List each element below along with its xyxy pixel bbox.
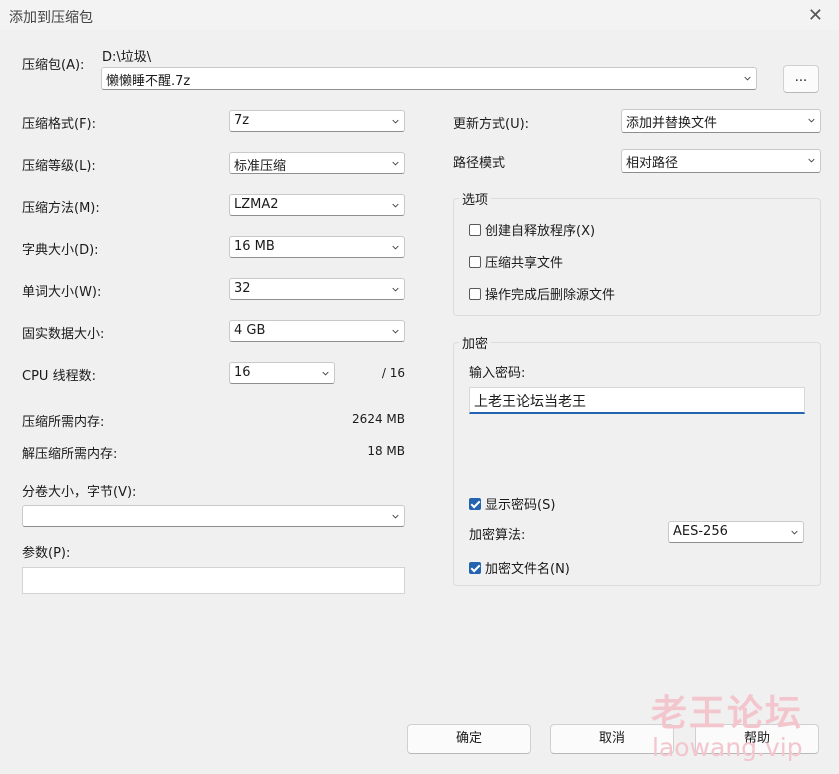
chevron-down-icon — [808, 158, 815, 163]
ok-button-label: 确定 — [455, 731, 482, 746]
browse-button[interactable]: ... — [783, 65, 819, 93]
chevron-down-icon — [744, 76, 751, 81]
sfx-checkbox-label: 创建自释放程序(X) — [485, 224, 596, 239]
algo-label: 加密算法: — [469, 528, 526, 543]
path-mode-label: 路径模式 — [453, 156, 506, 171]
encrypt-names-checkbox[interactable]: 加密文件名(N) — [469, 558, 570, 577]
update-value: 添加并替换文件 — [626, 116, 718, 131]
show-password-label: 显示密码(S) — [485, 498, 556, 513]
dict-label: 字典大小(D): — [22, 243, 99, 258]
path-mode-value: 相对路径 — [626, 156, 679, 171]
algo-value: AES-256 — [673, 524, 728, 539]
method-select[interactable]: LZMA2 — [229, 194, 405, 216]
chevron-down-icon — [322, 371, 329, 376]
mem-compress-value: 2624 MB — [352, 412, 405, 426]
archive-filename-combo[interactable]: 懒懒睡不醒.7z — [101, 67, 757, 90]
encryption-group-title: 加密 — [459, 333, 492, 352]
delete-checkbox-label: 操作完成后删除源文件 — [485, 288, 616, 303]
shared-checkbox-box — [469, 255, 481, 268]
archive-path: D:\垃圾\ — [102, 50, 152, 65]
format-label: 压缩格式(F): — [22, 117, 97, 132]
close-icon[interactable]: ✕ — [808, 5, 823, 26]
format-select[interactable]: 7z — [229, 110, 405, 132]
window-title: 添加到压缩包 — [9, 10, 93, 26]
params-input[interactable] — [22, 567, 405, 594]
chevron-down-icon — [392, 203, 399, 208]
chevron-down-icon — [392, 119, 399, 124]
path-mode-select[interactable]: 相对路径 — [621, 149, 821, 173]
sfx-checkbox-box — [469, 223, 481, 236]
chevron-down-icon — [808, 118, 815, 123]
chevron-down-icon — [392, 245, 399, 250]
level-select[interactable]: 标准压缩 — [229, 152, 405, 174]
method-value: LZMA2 — [234, 197, 279, 212]
show-password-checkbox-box — [469, 497, 481, 510]
mem-decompress-label: 解压缩所需内存: — [22, 447, 118, 462]
chevron-down-icon — [392, 514, 399, 519]
password-value: 上老王论坛当老王 — [474, 394, 586, 410]
watermark-title: 老王论坛 — [651, 693, 804, 734]
mem-compress-label: 压缩所需内存: — [22, 415, 105, 430]
archive-label: 压缩包(A): — [22, 58, 85, 73]
delete-checkbox[interactable]: 操作完成后删除源文件 — [469, 284, 615, 303]
password-label: 输入密码: — [469, 366, 526, 381]
archive-filename: 懒懒睡不醒.7z — [106, 74, 191, 89]
word-select[interactable]: 32 — [229, 278, 405, 300]
format-value: 7z — [234, 113, 250, 128]
compress-dialog: 添加到压缩包 ✕ 压缩包(A): D:\垃圾\ 懒懒睡不醒.7z ... 压缩格… — [0, 0, 839, 774]
mem-decompress-value: 18 MB — [367, 444, 405, 458]
delete-checkbox-box — [469, 287, 481, 300]
solid-select[interactable]: 4 GB — [229, 320, 405, 342]
chevron-down-icon — [392, 161, 399, 166]
dict-value: 16 MB — [234, 239, 275, 254]
chevron-down-icon — [392, 287, 399, 292]
threads-label: CPU 线程数: — [22, 369, 96, 384]
level-value: 标准压缩 — [234, 159, 287, 174]
show-password-checkbox[interactable]: 显示密码(S) — [469, 494, 555, 513]
chevron-down-icon — [392, 329, 399, 334]
password-input[interactable]: 上老王论坛当老王 — [469, 387, 805, 414]
solid-label: 固实数据大小: — [22, 327, 105, 342]
threads-value: 16 — [234, 365, 251, 380]
threads-select[interactable]: 16 — [229, 362, 335, 384]
options-group-title: 选项 — [459, 189, 492, 208]
title-bar: 添加到压缩包 ✕ — [0, 0, 839, 30]
method-label: 压缩方法(M): — [22, 201, 100, 216]
encrypt-names-checkbox-box — [469, 561, 481, 574]
volume-combo[interactable] — [22, 505, 405, 527]
algo-select[interactable]: AES-256 — [668, 521, 804, 543]
word-value: 32 — [234, 281, 251, 296]
chevron-down-icon — [791, 530, 798, 535]
dict-select[interactable]: 16 MB — [229, 236, 405, 258]
watermark-url: laowang.vip — [652, 733, 803, 762]
level-label: 压缩等级(L): — [22, 159, 96, 174]
shared-checkbox-label: 压缩共享文件 — [485, 256, 564, 271]
update-label: 更新方式(U): — [453, 117, 530, 132]
sfx-checkbox[interactable]: 创建自释放程序(X) — [469, 220, 595, 239]
threads-max: / 16 — [381, 366, 405, 380]
ok-button[interactable]: 确定 — [407, 724, 531, 754]
shared-checkbox[interactable]: 压缩共享文件 — [469, 252, 563, 271]
dialog-body: 压缩包(A): D:\垃圾\ 懒懒睡不醒.7z ... 压缩格式(F): 7z … — [7, 30, 832, 774]
params-label: 参数(P): — [22, 546, 71, 561]
volume-label: 分卷大小，字节(V): — [22, 485, 137, 500]
encrypt-names-label: 加密文件名(N) — [485, 562, 570, 577]
update-select[interactable]: 添加并替换文件 — [621, 109, 821, 133]
word-label: 单词大小(W): — [22, 285, 102, 300]
solid-value: 4 GB — [234, 323, 266, 338]
browse-button-label: ... — [794, 70, 808, 85]
